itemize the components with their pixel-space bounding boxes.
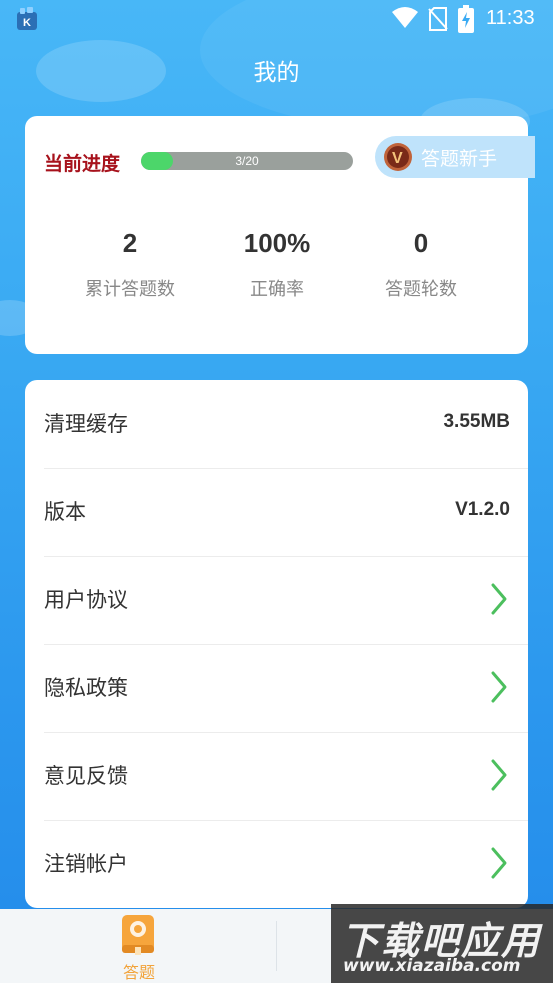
progress-label: 当前进度 <box>44 153 121 175</box>
clear-cache-row[interactable]: 清理缓存 3.55MB <box>44 380 528 469</box>
stat-accuracy: 100% 正确率 <box>202 228 352 301</box>
svg-text:K: K <box>23 17 31 29</box>
progress-bar: 3/20 <box>141 152 353 170</box>
user-agreement-row[interactable]: 用户协议 <box>44 556 528 645</box>
quiz-book-icon <box>122 915 154 955</box>
status-bar: K 11:33 <box>0 0 553 38</box>
progress-text: 3/20 <box>235 154 259 168</box>
tab-quiz[interactable]: 答题 <box>96 909 182 983</box>
no-sim-icon <box>428 7 448 31</box>
row-label: 注销帐户 <box>44 852 128 876</box>
stat-value: 2 <box>122 228 138 258</box>
medal-icon: V <box>384 143 412 171</box>
row-label: 清理缓存 <box>44 412 128 436</box>
chevron-right-icon <box>491 847 507 879</box>
row-label: 用户协议 <box>44 588 128 612</box>
row-label: 隐私政策 <box>44 676 128 700</box>
svg-text:V: V <box>392 150 403 167</box>
row-label: 意见反馈 <box>44 764 128 788</box>
version-row: 版本 V1.2.0 <box>44 468 528 557</box>
stat-value: 0 <box>413 228 429 258</box>
settings-list: 清理缓存 3.55MB 版本 V1.2.0 用户协议 隐私政策 意见反馈 注销帐… <box>25 380 528 908</box>
nav-divider <box>276 921 277 971</box>
progress-card: 当前进度 3/20 V 答题新手 2 累计答题数 100% 正确率 0 答题轮数 <box>25 116 535 354</box>
level-label: 答题新手 <box>421 148 498 170</box>
feedback-row[interactable]: 意见反馈 <box>44 732 528 821</box>
cache-size: 3.55MB <box>443 411 510 432</box>
row-label: 版本 <box>44 500 86 524</box>
chevron-right-icon <box>491 671 507 703</box>
page-title: 我的 <box>253 60 300 86</box>
stat-label: 累计答题数 <box>85 279 175 300</box>
battery-charging-icon <box>458 5 474 33</box>
version-value: V1.2.0 <box>455 499 510 520</box>
privacy-policy-row[interactable]: 隐私政策 <box>44 644 528 733</box>
app-notification-icon: K <box>17 7 37 30</box>
watermark-url: www.xiazaiba.com <box>343 956 521 976</box>
tab-quiz-label: 答题 <box>122 963 155 982</box>
stat-label: 正确率 <box>250 279 304 300</box>
stat-total-answered: 2 累计答题数 <box>55 228 205 301</box>
stat-value: 100% <box>243 228 311 258</box>
clock: 11:33 <box>486 7 535 29</box>
watermark: 下载吧应用 www.xiazaiba.com <box>331 904 553 983</box>
delete-account-row[interactable]: 注销帐户 <box>44 820 528 908</box>
stat-label: 答题轮数 <box>385 279 457 300</box>
chevron-right-icon <box>491 583 507 615</box>
chevron-right-icon <box>491 759 507 791</box>
stat-rounds: 0 答题轮数 <box>346 228 496 301</box>
wifi-icon <box>392 7 418 28</box>
level-badge[interactable]: V 答题新手 <box>375 136 535 178</box>
